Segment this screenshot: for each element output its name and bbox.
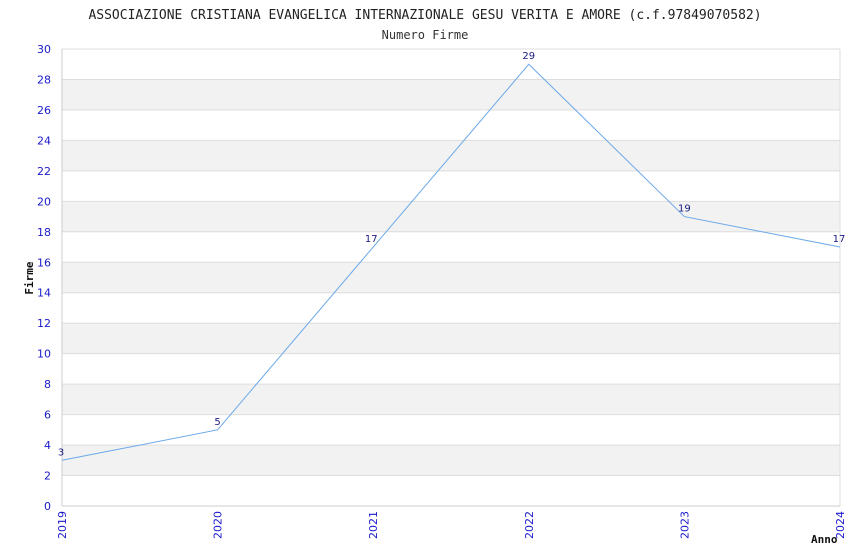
grid-band	[62, 201, 840, 232]
y-tick-label: 14	[37, 287, 51, 300]
grid-band	[62, 323, 840, 354]
grid-band	[62, 231, 840, 263]
x-axis-ticks: 2019 2020 2021 2022 2023 2024	[56, 511, 847, 539]
grid-band	[62, 292, 840, 324]
y-tick-label: 22	[37, 165, 51, 178]
grid-band	[62, 109, 840, 141]
grid-band	[62, 353, 840, 385]
x-tick-label: 2019	[56, 511, 69, 539]
y-tick-label: 2	[44, 470, 51, 483]
y-tick-label: 20	[37, 195, 51, 208]
y-tick-label: 8	[44, 378, 51, 391]
grid-band	[62, 170, 840, 202]
y-axis-title: Firme	[23, 261, 36, 294]
grid-band	[62, 475, 840, 506]
chart: 024681012141618202224262830 2019 2020 2021…	[23, 8, 847, 546]
grid-band	[62, 384, 840, 415]
y-tick-label: 12	[37, 317, 51, 330]
data-label: 29	[522, 51, 535, 62]
x-tick-label: 2021	[367, 511, 380, 539]
x-axis-title: Anno	[811, 533, 838, 546]
y-tick-label: 30	[37, 43, 51, 56]
data-label: 17	[365, 234, 378, 245]
y-tick-label: 4	[44, 439, 51, 452]
y-tick-label: 24	[37, 134, 51, 147]
chart-title: ASSOCIAZIONE CRISTIANA EVANGELICA INTERN…	[88, 8, 761, 23]
grid-band	[62, 414, 840, 446]
data-label: 17	[833, 234, 846, 245]
y-tick-label: 10	[37, 348, 51, 361]
x-tick-label: 2020	[212, 511, 225, 539]
y-tick-label: 16	[37, 256, 51, 269]
y-tick-label: 18	[37, 226, 51, 239]
grid-band	[62, 445, 840, 476]
data-label: 3	[58, 447, 64, 458]
y-tick-label: 0	[44, 500, 51, 513]
grid-band	[62, 79, 840, 110]
data-label: 19	[678, 204, 691, 215]
y-axis-ticks: 024681012141618202224262830	[37, 43, 51, 513]
chart-subtitle: Numero Firme	[382, 28, 469, 42]
grid-band	[62, 49, 840, 80]
data-label: 5	[214, 417, 220, 428]
x-tick-label: 2022	[523, 511, 536, 539]
x-tick-label: 2023	[678, 511, 691, 539]
grid-band	[62, 262, 840, 293]
y-tick-label: 6	[44, 409, 51, 422]
y-tick-label: 28	[37, 73, 51, 86]
y-tick-label: 26	[37, 104, 51, 117]
